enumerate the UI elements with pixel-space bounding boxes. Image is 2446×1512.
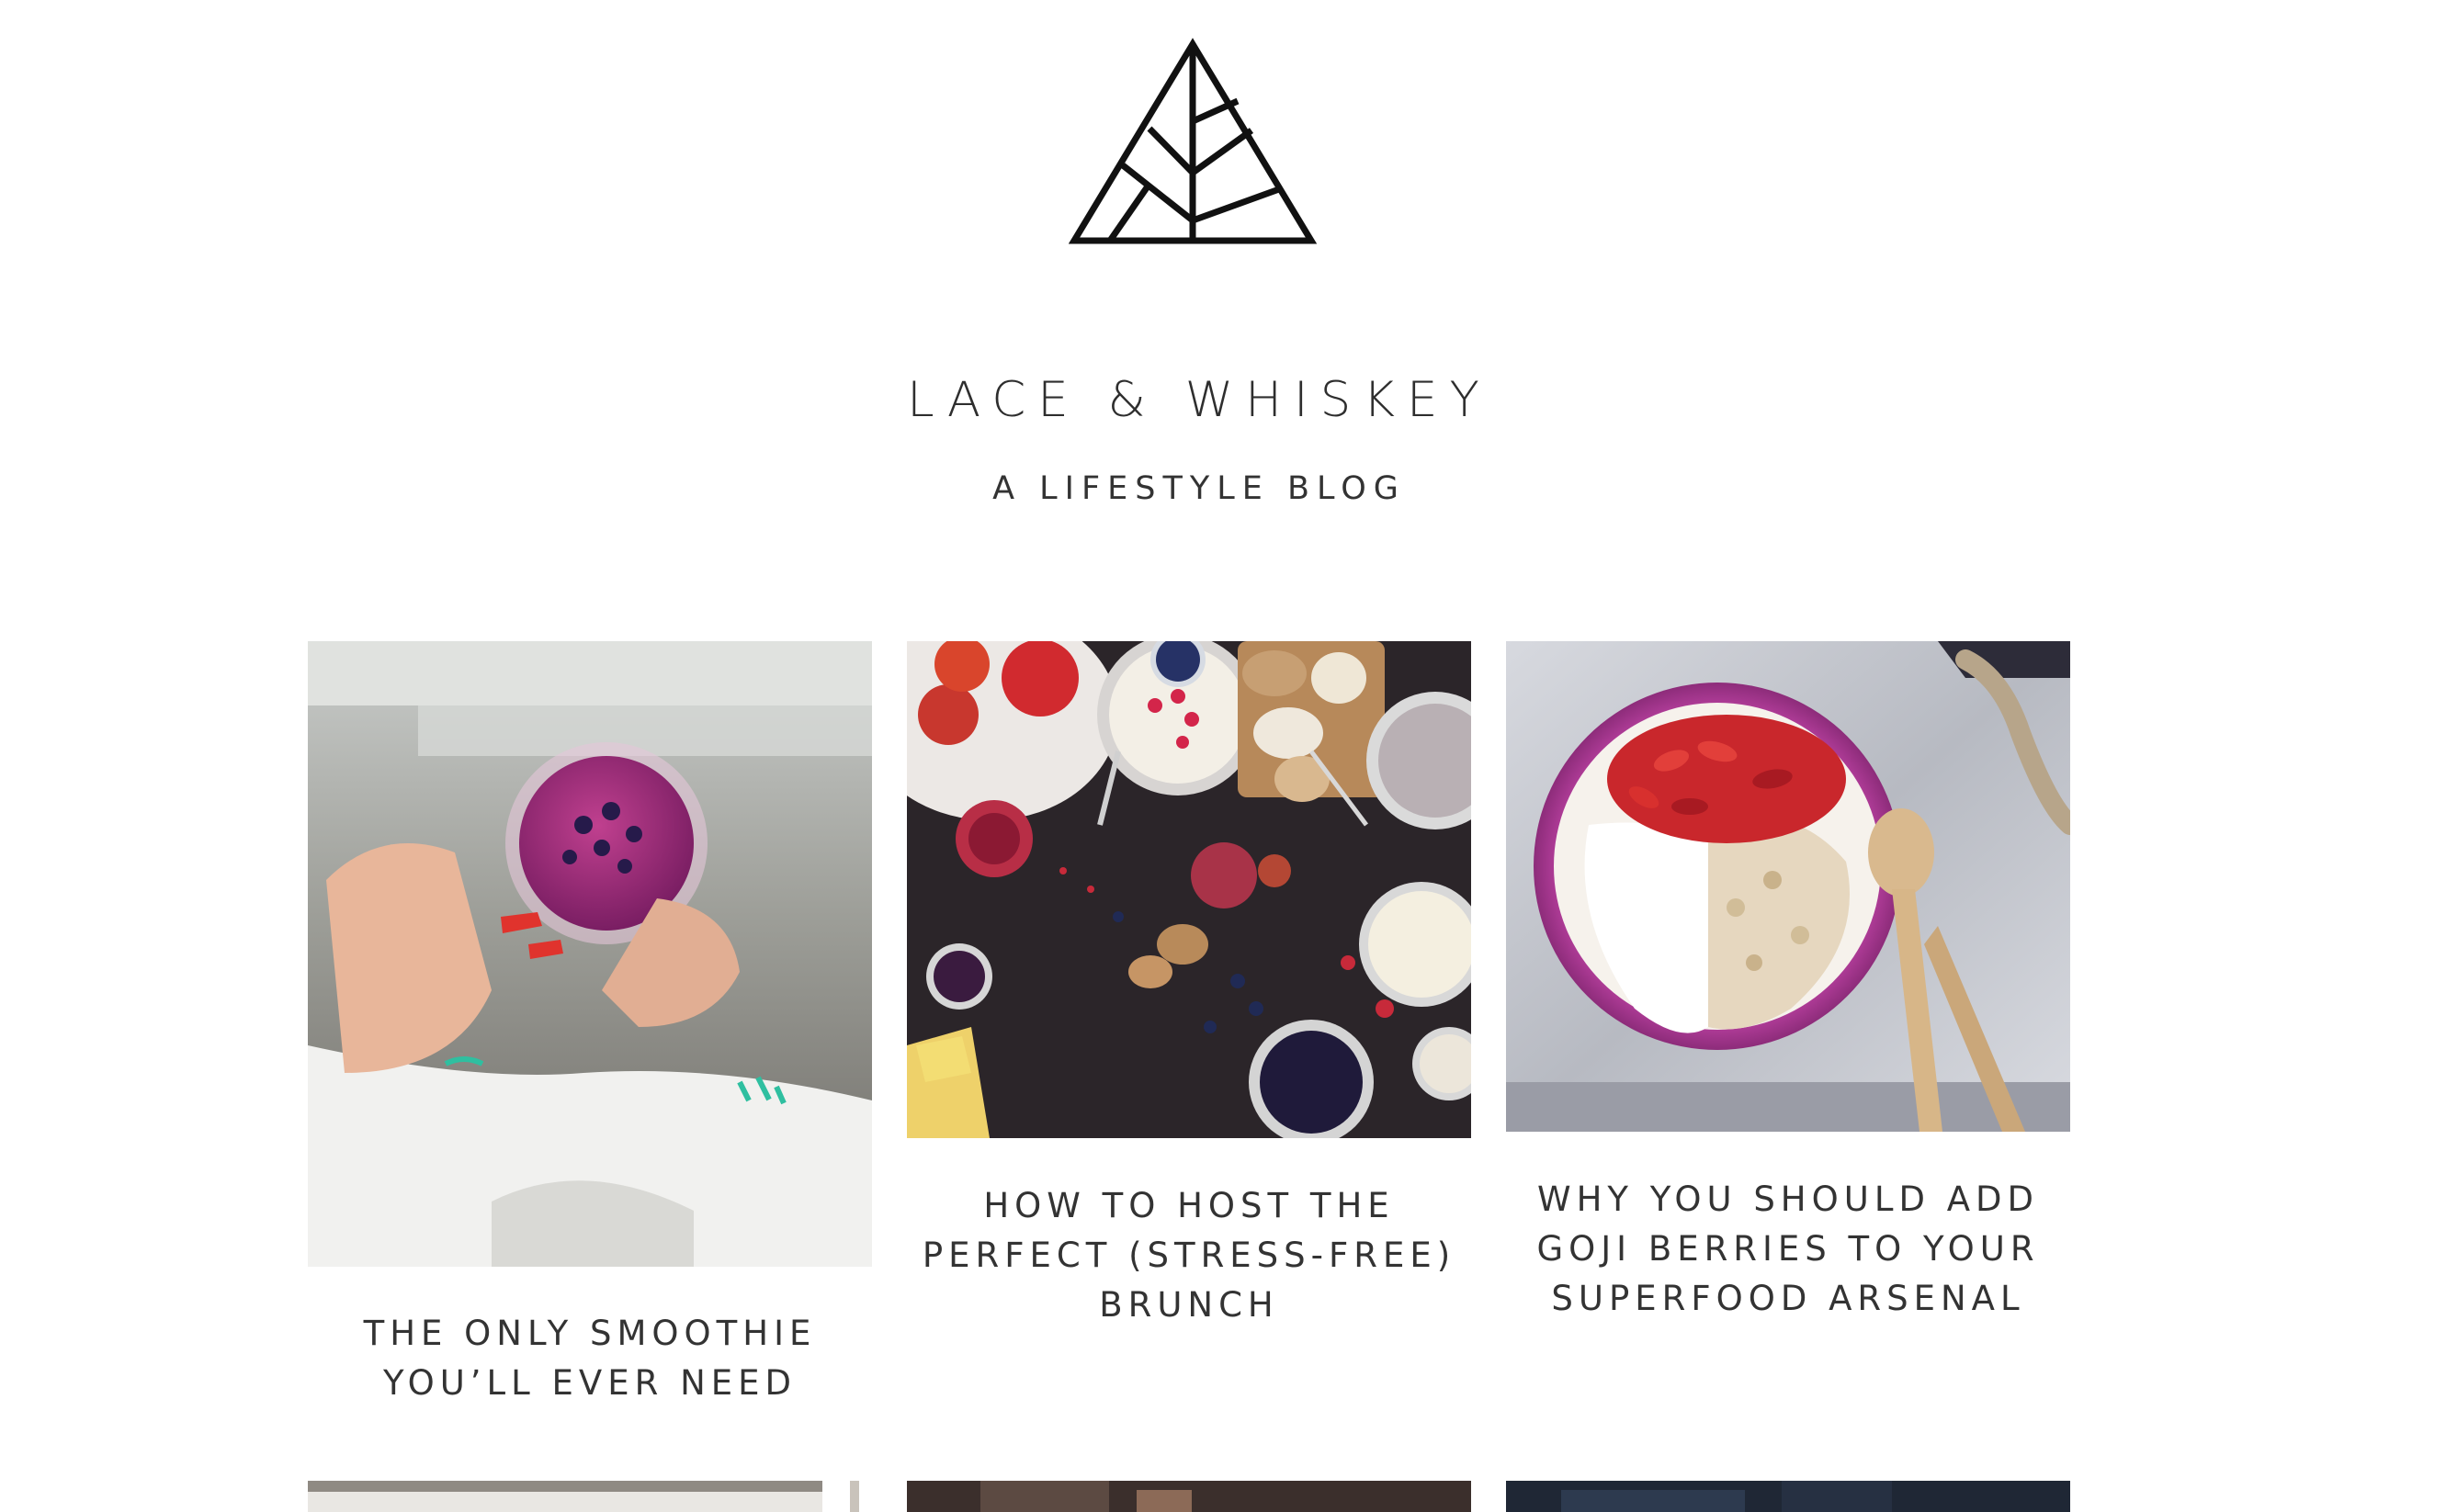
post-title-line[interactable]: YOU’LL EVER NEED [308,1359,872,1408]
blog-home-page: LACE & WHISKEY A LIFESTYLE BLOG THE ONLY… [0,0,2446,1512]
post-title-line[interactable]: SUPERFOOD ARSENAL [1506,1274,2070,1324]
goji-bowl-photo[interactable] [1506,641,2070,1132]
post-card-image-partial[interactable] [1506,1481,2070,1512]
post-title-line[interactable]: WHY YOU SHOULD ADD [1506,1175,2070,1224]
site-title[interactable]: LACE & WHISKEY [0,372,2398,428]
post-title-line[interactable]: THE ONLY SMOOTHIE [308,1309,872,1359]
brunch-table-photo[interactable] [907,641,1471,1138]
site-tagline: A LIFESTYLE BLOG [992,470,1406,507]
post-title-line[interactable]: HOW TO HOST THE [907,1181,1471,1231]
post-title-smoothie[interactable]: THE ONLY SMOOTHIE YOU’LL EVER NEED [308,1309,872,1408]
post-title-line[interactable]: BRUNCH [907,1281,1471,1330]
smoothie-photo[interactable] [308,641,872,1267]
triangle-leaf-logo-icon[interactable] [1068,37,1318,248]
post-title-line[interactable]: GOJI BERRIES TO YOUR [1506,1224,2070,1274]
post-card-image-partial[interactable] [907,1481,1471,1512]
post-title-goji[interactable]: WHY YOU SHOULD ADD GOJI BERRIES TO YOUR … [1506,1175,2070,1324]
post-title-brunch[interactable]: HOW TO HOST THE PERFECT (STRESS-FREE) BR… [907,1181,1471,1330]
post-card-image-partial[interactable] [308,1481,872,1512]
post-title-line[interactable]: PERFECT (STRESS-FREE) [907,1231,1471,1281]
